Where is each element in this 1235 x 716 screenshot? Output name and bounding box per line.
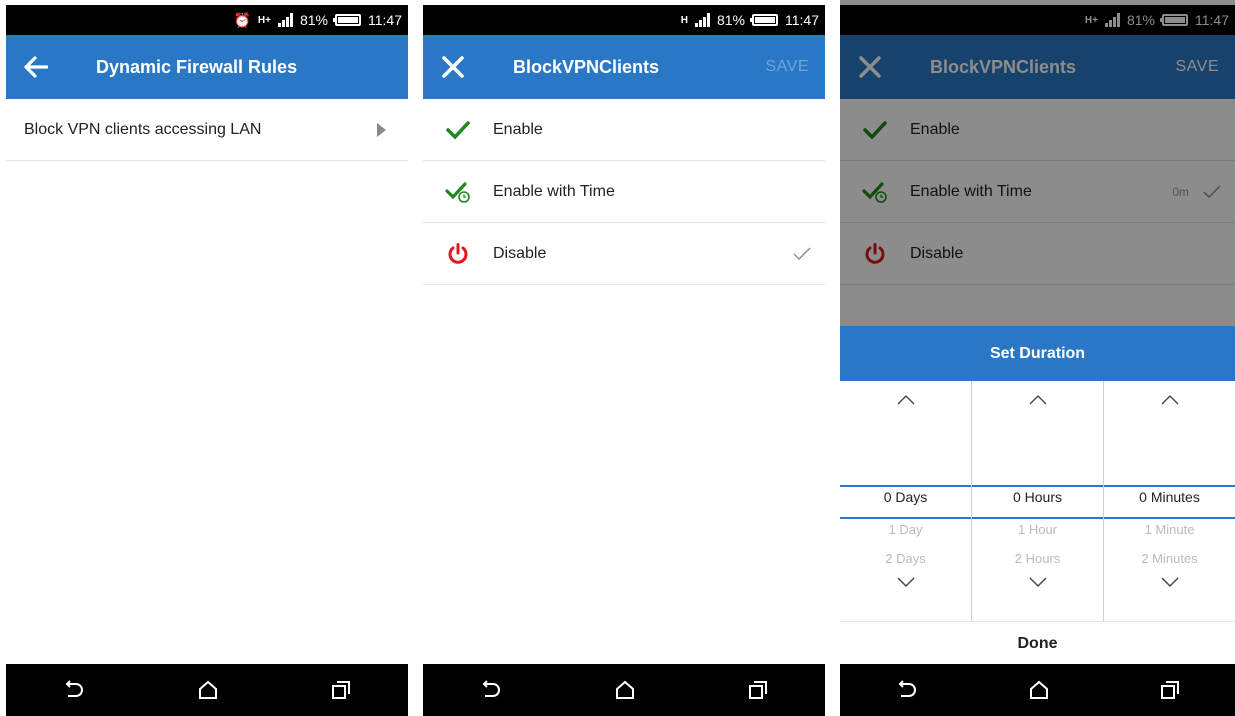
nav-back-icon[interactable] [63, 680, 85, 700]
system-nav-bar [840, 664, 1235, 716]
picker-selected: 0 Days [883, 489, 928, 505]
page-title: BlockVPNClients [513, 56, 660, 77]
app-bar: BlockVPNClients SAVE [840, 35, 1235, 99]
check-clock-icon [445, 181, 470, 203]
chevron-up-icon[interactable] [1029, 395, 1047, 405]
checkmark-icon [863, 120, 887, 140]
status-bar: H+ 81% 11:47 [840, 5, 1235, 35]
picker-option[interactable]: 2 Days [840, 551, 971, 566]
option-disable[interactable]: Disable [423, 223, 825, 285]
signal-icon [277, 13, 293, 27]
nav-back-icon[interactable] [480, 680, 502, 700]
nav-home-icon[interactable] [198, 680, 218, 700]
picker-option[interactable]: 2 Minutes [1104, 551, 1235, 566]
chevron-up-icon[interactable] [897, 395, 915, 405]
battery-icon [1160, 14, 1188, 26]
signal-icon [1104, 13, 1120, 27]
duration-picker: 0 Days 1 Day 2 Days 0 Hours 1 Hour 2 Hou… [840, 381, 1235, 622]
option-enable[interactable]: Enable [423, 99, 825, 161]
clock: 11:47 [368, 12, 402, 28]
network-type: H [680, 14, 688, 26]
check-clock-icon [862, 181, 887, 203]
picker-option[interactable]: 2 Hours [972, 551, 1103, 566]
sheet-title: Set Duration [840, 326, 1235, 381]
option-list: Enable Enable with Time Disable [423, 99, 825, 664]
app-bar: Dynamic Firewall Rules [6, 35, 408, 99]
screen-block-vpn-clients: H 81% 11:47 BlockVPNClients SAVE Enable … [423, 0, 825, 716]
close-icon [859, 56, 881, 78]
close-button[interactable] [840, 35, 900, 99]
picker-selected: 0 Minutes [1139, 489, 1200, 505]
option-label: Enable with Time [910, 182, 1032, 200]
option-label: Disable [910, 244, 964, 262]
duration-value: 0m [1172, 184, 1189, 199]
picker-hours[interactable]: 0 Hours 1 Hour 2 Hours [972, 381, 1104, 621]
option-disable[interactable]: Disable [840, 223, 1235, 285]
screen-dynamic-firewall-rules: ⏰ H+ 81% 11:47 Dynamic Firewall Rules Bl… [6, 0, 408, 716]
picker-minutes[interactable]: 0 Minutes 1 Minute 2 Minutes [1104, 381, 1235, 621]
list-item-label: Block VPN clients accessing LAN [24, 120, 262, 138]
system-nav-bar [6, 664, 408, 716]
back-arrow-icon [24, 56, 48, 78]
clock: 11:47 [1195, 12, 1229, 28]
option-enable[interactable]: Enable [840, 99, 1235, 161]
network-type: H+ [257, 14, 271, 26]
picker-option[interactable]: 1 Hour [972, 522, 1103, 537]
nav-recents-icon[interactable] [1160, 680, 1180, 700]
nav-recents-icon[interactable] [331, 680, 351, 700]
battery-percent: 81% [1126, 12, 1155, 28]
status-bar: ⏰ H+ 81% 11:47 [6, 5, 408, 35]
option-label: Disable [493, 244, 547, 262]
save-button[interactable]: SAVE [766, 58, 826, 76]
chevron-down-icon[interactable] [1161, 577, 1179, 587]
option-label: Enable [493, 120, 543, 138]
list-item-block-vpn[interactable]: Block VPN clients accessing LAN [6, 99, 408, 161]
picker-selected: 0 Hours [1012, 489, 1063, 505]
back-button[interactable] [6, 35, 66, 99]
close-icon [442, 56, 464, 78]
picker-days[interactable]: 0 Days 1 Day 2 Days [840, 381, 972, 621]
done-button[interactable]: Done [840, 622, 1235, 666]
clock: 11:47 [785, 12, 819, 28]
chevron-up-icon[interactable] [1161, 395, 1179, 405]
page-title: Dynamic Firewall Rules [96, 56, 298, 77]
alarm-icon: ⏰ [233, 12, 251, 28]
chevron-down-icon[interactable] [1029, 577, 1047, 587]
option-enable-with-time[interactable]: Enable with Time [423, 161, 825, 223]
selected-check-icon [793, 247, 811, 260]
battery-percent: 81% [299, 12, 328, 28]
chevron-right-icon [377, 122, 386, 137]
app-bar: BlockVPNClients SAVE [423, 35, 825, 99]
picker-option[interactable]: 1 Minute [1104, 522, 1235, 537]
rules-list: Block VPN clients accessing LAN [6, 99, 408, 664]
battery-percent: 81% [716, 12, 745, 28]
chevron-down-icon[interactable] [897, 577, 915, 587]
nav-home-icon[interactable] [615, 680, 635, 700]
nav-recents-icon[interactable] [748, 680, 768, 700]
option-enable-with-time[interactable]: Enable with Time 0m [840, 161, 1235, 223]
power-icon [448, 242, 468, 264]
option-label: Enable with Time [493, 182, 615, 200]
network-type: H+ [1084, 14, 1098, 26]
power-icon [865, 242, 885, 264]
battery-icon [333, 14, 361, 26]
signal-icon [694, 13, 710, 27]
battery-icon [750, 14, 778, 26]
screen-set-duration: H+ 81% 11:47 BlockVPNClients SAVE Enable… [840, 0, 1235, 716]
option-label: Enable [910, 120, 960, 138]
picker-option[interactable]: 1 Day [840, 522, 971, 537]
duration-sheet: Set Duration 0 Days 1 Day 2 Days 0 Hours… [840, 326, 1235, 664]
page-title: BlockVPNClients [930, 56, 1077, 77]
nav-home-icon[interactable] [1029, 680, 1049, 700]
close-button[interactable] [423, 35, 483, 99]
selected-check-icon [1203, 185, 1221, 198]
status-bar: H 81% 11:47 [423, 5, 825, 35]
save-button[interactable]: SAVE [1176, 58, 1235, 76]
nav-back-icon[interactable] [896, 680, 918, 700]
system-nav-bar [423, 664, 825, 716]
checkmark-icon [446, 120, 470, 140]
